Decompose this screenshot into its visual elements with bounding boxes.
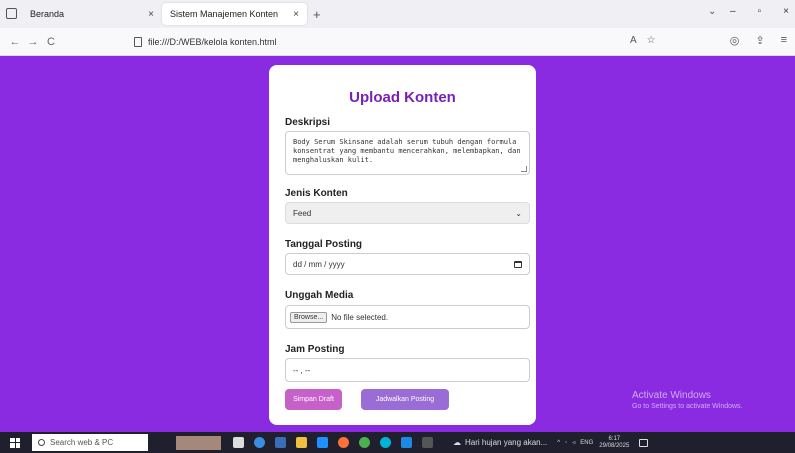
wifi-icon[interactable]: ◦ [565,440,567,446]
chrome-icon[interactable] [359,437,370,448]
tab-title: Beranda [30,9,65,19]
task-view-icon[interactable] [233,437,244,448]
taskbar-clock[interactable]: 6:17 29/08/2025 [599,436,629,450]
browser-nav-bar: ← → C file:///D:/WEB/kelola konten.html … [0,28,795,56]
share-icon[interactable]: ⇪ [755,34,764,47]
description-textarea[interactable]: Body Serum Skinsane adalah serum tubuh d… [285,131,530,175]
tab-title: Sistem Manajemen Konten [170,9,279,19]
browse-button[interactable]: Browse... [290,311,328,323]
back-icon[interactable]: ← [6,36,24,48]
window-controls: – ▫ × [730,6,789,17]
tab-list-chevron-icon[interactable]: ⌄ [708,6,716,17]
volume-icon[interactable]: ◃ [572,439,575,446]
taskbar-thumbnail[interactable] [176,435,221,450]
content-type-value: Feed [293,208,312,218]
windows-taskbar: Search web & PC ☁ Hari hujan yang akan..… [0,432,795,453]
upload-card: Upload Konten Deskripsi Body Serum Skins… [269,65,536,425]
watermark-title: Activate Windows [632,390,711,401]
description-value: Body Serum Skinsane adalah serum tubuh d… [293,138,521,164]
vscode-icon[interactable] [401,437,412,448]
media-file-input[interactable]: Browse... No file selected. [285,305,530,329]
post-time-placeholder: -- , -- [293,365,311,375]
bookmark-star-icon[interactable]: ☆ [647,35,656,46]
forward-icon[interactable]: → [24,36,42,48]
windows-start-icon[interactable] [10,437,20,448]
watermark-subtitle: Go to Settings to activate Windows. [632,403,743,410]
save-draft-button[interactable]: Simpan Draft [285,389,342,410]
taskbar-apps [233,437,433,448]
clock-time: 6:17 [608,435,621,442]
menu-icon[interactable]: ≡ [781,34,787,47]
weather-icon: ☁ [453,438,461,447]
tab-beranda[interactable]: Beranda × [22,3,162,25]
weather-text: Hari hujan yang akan... [465,438,548,447]
file-status: No file selected. [331,312,389,322]
app-icon[interactable] [380,437,391,448]
app-icon[interactable] [317,437,328,448]
calendar-icon[interactable] [514,260,522,268]
schedule-post-button[interactable]: Jadwalkan Posting [361,389,449,410]
taskbar-search-box[interactable]: Search web & PC [32,434,148,451]
search-placeholder: Search web & PC [50,438,114,447]
post-date-label: Tanggal Posting [285,239,363,250]
minimize-icon[interactable]: – [730,6,736,17]
language-indicator[interactable]: ENG [580,440,593,446]
address-bar[interactable]: file:///D:/WEB/kelola konten.html [134,36,277,47]
browser-toolbar-right: ◎ ⇪ ≡ [730,34,787,47]
post-date-input[interactable]: dd / mm / yyyy [285,253,530,275]
search-icon [38,439,45,446]
close-window-icon[interactable]: × [783,6,789,17]
resize-handle-icon[interactable] [521,166,527,172]
app-icon[interactable] [422,437,433,448]
content-type-label: Jenis Konten [285,188,348,199]
post-date-placeholder: dd / mm / yyyy [293,259,345,269]
sidebar-toggle-icon[interactable] [6,8,17,19]
firefox-icon[interactable] [338,437,349,448]
translate-icon[interactable]: A [630,35,637,46]
notification-icon[interactable] [639,438,649,447]
description-label: Deskripsi [285,117,331,128]
post-time-input[interactable]: -- , -- [285,358,530,382]
edge-browser-icon[interactable] [254,437,265,448]
close-tab-icon[interactable]: × [293,9,299,20]
browser-tab-strip: Beranda × Sistem Manajemen Konten × + ⌄ … [0,0,795,28]
reload-icon[interactable]: C [42,36,60,48]
system-tray: ^ ◦ ◃ ENG [557,439,593,447]
weather-widget[interactable]: ☁ Hari hujan yang akan... [453,438,547,447]
tab-sistem-manajemen-konten[interactable]: Sistem Manajemen Konten × [162,3,307,25]
address-bar-actions: A ☆ [630,35,656,46]
page-icon [134,36,142,47]
store-icon[interactable] [275,437,286,448]
close-tab-icon[interactable]: × [148,9,154,20]
maximize-icon[interactable]: ▫ [758,6,762,17]
tray-caret-icon[interactable]: ^ [557,440,560,446]
post-time-label: Jam Posting [285,344,345,355]
content-type-select[interactable]: Feed ⌄ [285,202,530,224]
activate-windows-watermark: Activate Windows Go to Settings to activ… [632,390,743,410]
media-upload-label: Unggah Media [285,290,354,301]
url-text: file:///D:/WEB/kelola konten.html [148,36,277,47]
page-title: Upload Konten [349,89,456,106]
file-explorer-icon[interactable] [296,437,307,448]
new-tab-icon[interactable]: + [313,7,321,22]
clock-date: 29/08/2025 [599,442,630,449]
chevron-down-icon: ⌄ [515,208,522,218]
account-icon[interactable]: ◎ [730,34,740,47]
